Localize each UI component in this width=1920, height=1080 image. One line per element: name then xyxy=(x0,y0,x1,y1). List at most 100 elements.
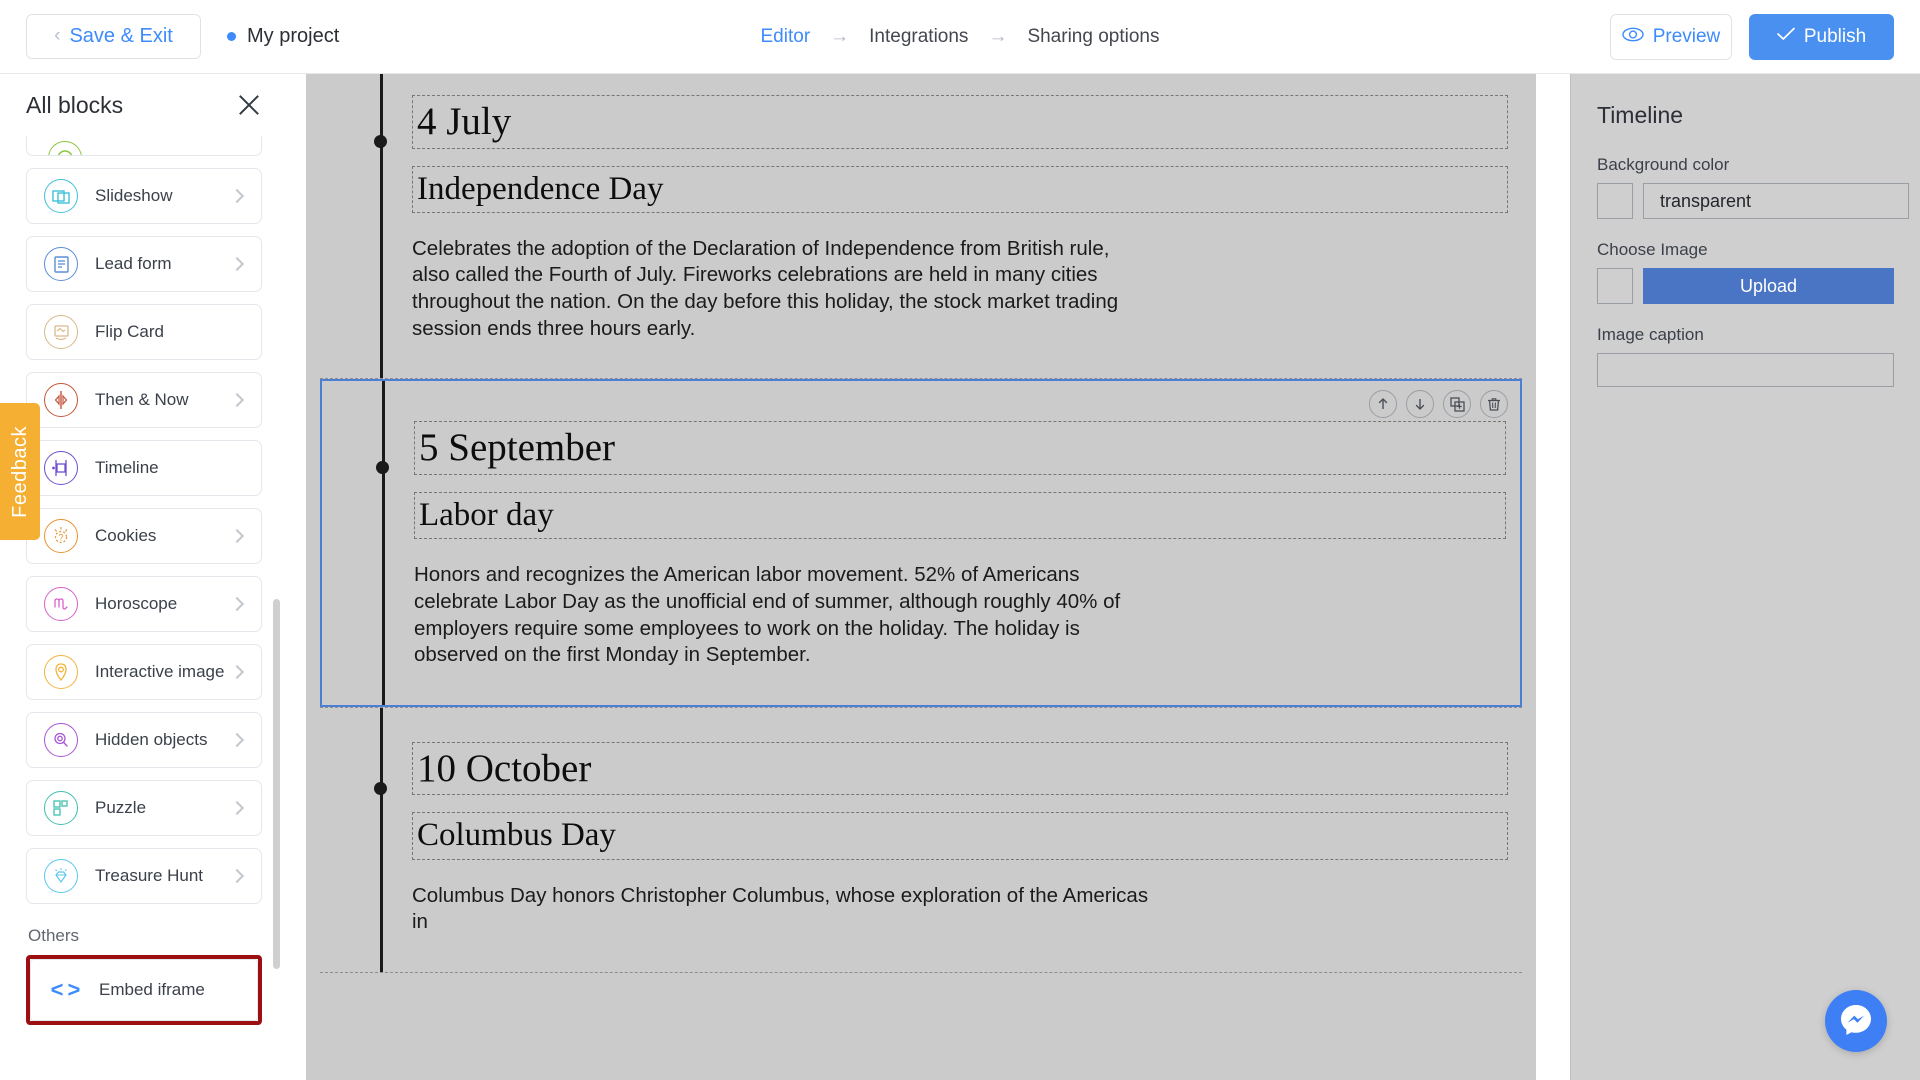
timeline-icon xyxy=(44,451,78,485)
embed-iframe-highlight: < > Embed iframe xyxy=(26,955,262,1025)
then-now-icon xyxy=(44,383,78,417)
background-color-label: Background color xyxy=(1597,155,1730,174)
chevron-right-icon xyxy=(229,256,245,272)
sidebar-item-horoscope[interactable]: Horoscope xyxy=(26,576,262,632)
chevron-right-icon xyxy=(229,528,245,544)
chevron-right-icon xyxy=(229,392,245,408)
sidebar-item-interactive-image[interactable]: Interactive image xyxy=(26,644,262,700)
breadcrumb-item-integrations[interactable]: Integrations xyxy=(869,26,968,48)
project-name[interactable]: My project xyxy=(227,25,339,48)
timeline-date[interactable]: 4 July xyxy=(412,95,1508,149)
slideshow-icon xyxy=(44,179,78,213)
image-caption-label: Image caption xyxy=(1597,325,1704,344)
sidebar-item-label: Timeline xyxy=(95,458,159,477)
choose-image-row: Upload xyxy=(1597,268,1894,304)
list-item-partial[interactable] xyxy=(26,136,262,156)
partial-block-icon xyxy=(48,141,82,155)
messenger-chat-button[interactable] xyxy=(1825,990,1887,1052)
image-caption-input[interactable] xyxy=(1597,353,1894,387)
timeline-axis xyxy=(382,381,385,705)
sidebar-item-hidden-objects[interactable]: Hidden objects xyxy=(26,712,262,768)
timeline-axis xyxy=(380,74,383,379)
sidebar-item-label: Lead form xyxy=(95,254,172,273)
background-color-row xyxy=(1597,183,1909,219)
puzzle-icon xyxy=(44,791,78,825)
properties-panel: Timeline Background color Choose Image U… xyxy=(1570,74,1920,1080)
breadcrumb: Editor → Integrations → Sharing options xyxy=(761,26,1160,48)
flip-card-icon xyxy=(44,315,78,349)
preview-button[interactable]: Preview xyxy=(1610,13,1732,60)
sidebar-title: All blocks xyxy=(26,91,124,118)
project-name-label: My project xyxy=(247,25,340,47)
sidebar-item-treasure-hunt[interactable]: Treasure Hunt xyxy=(26,848,262,904)
timeline-axis xyxy=(380,707,383,972)
timeline-date[interactable]: 5 September xyxy=(414,421,1506,475)
feedback-tab[interactable]: Feedback xyxy=(0,403,40,540)
move-down-icon[interactable] xyxy=(1406,390,1434,419)
interactive-image-icon xyxy=(44,655,78,689)
chevron-right-icon xyxy=(229,800,245,816)
timeline-body[interactable]: Honors and recognizes the American labor… xyxy=(414,562,1154,669)
timeline-title[interactable]: Labor day xyxy=(414,491,1506,540)
sidebar-item-label: Flip Card xyxy=(95,322,164,341)
timeline-title[interactable]: Independence Day xyxy=(412,165,1508,213)
svg-text:?: ? xyxy=(58,533,63,543)
move-up-icon[interactable] xyxy=(1369,390,1397,419)
top-bar-actions: Preview Publish xyxy=(1610,13,1894,60)
sidebar-item-label: Puzzle xyxy=(95,798,147,817)
delete-icon[interactable] xyxy=(1480,390,1508,419)
save-and-exit-label: Save & Exit xyxy=(69,25,173,47)
sidebar-header: All blocks xyxy=(0,74,290,136)
image-preview-swatch[interactable] xyxy=(1597,268,1633,304)
sidebar-scroll-area[interactable]: Slideshow Lead form Flip Card Then & Now… xyxy=(0,136,290,1080)
timeline-block-july[interactable]: 4 July Independence Day Celebrates the a… xyxy=(320,74,1522,380)
breadcrumb-item-editor[interactable]: Editor xyxy=(761,26,811,48)
sidebar-item-lead-form[interactable]: Lead form xyxy=(26,236,262,292)
sidebar-item-puzzle[interactable]: Puzzle xyxy=(26,780,262,836)
timeline-body[interactable]: Columbus Day honors Christopher Columbus… xyxy=(412,883,1152,936)
duplicate-icon[interactable] xyxy=(1443,390,1471,419)
sidebar-item-label: Horoscope xyxy=(95,594,178,613)
sidebar-item-timeline[interactable]: Timeline xyxy=(26,440,262,496)
timeline-body[interactable]: Celebrates the adoption of the Declarati… xyxy=(412,236,1152,343)
messenger-icon xyxy=(1837,1000,1875,1043)
timeline-dot xyxy=(374,135,387,148)
sidebar-item-cookies[interactable]: ? Cookies xyxy=(26,508,262,564)
breadcrumb-item-sharing-options[interactable]: Sharing options xyxy=(1027,26,1159,48)
preview-label: Preview xyxy=(1652,25,1721,47)
sidebar-item-label: Then & Now xyxy=(95,390,189,409)
chevron-right-icon xyxy=(229,664,245,680)
sidebar-item-then-and-now[interactable]: Then & Now xyxy=(26,372,262,428)
feedback-label: Feedback xyxy=(8,425,31,518)
sidebar-item-label: Interactive image xyxy=(95,662,225,681)
sidebar-item-label: Cookies xyxy=(95,526,157,545)
publish-button[interactable]: Publish xyxy=(1749,13,1894,60)
arrow-right-icon: → xyxy=(830,25,850,47)
save-and-exit-button[interactable]: ‹ Save & Exit xyxy=(26,14,201,59)
editor-canvas[interactable]: 4 July Independence Day Celebrates the a… xyxy=(290,74,1570,1080)
chevron-right-icon xyxy=(229,732,245,748)
background-color-swatch[interactable] xyxy=(1597,183,1633,219)
lead-form-icon xyxy=(44,247,78,281)
timeline-dot xyxy=(376,461,389,475)
timeline-date[interactable]: 10 October xyxy=(412,741,1508,796)
eye-icon xyxy=(1622,27,1644,47)
close-icon[interactable] xyxy=(236,92,262,118)
sidebar-scrollbar[interactable] xyxy=(273,599,280,969)
sidebar-item-flip-card[interactable]: Flip Card xyxy=(26,304,262,360)
block-toolbar xyxy=(1369,390,1508,419)
upload-button[interactable]: Upload xyxy=(1643,268,1894,304)
sidebar-item-label: Hidden objects xyxy=(95,730,208,749)
timeline-block-october[interactable]: 10 October Columbus Day Columbus Day hon… xyxy=(320,706,1522,973)
timeline-title[interactable]: Columbus Day xyxy=(412,812,1508,860)
sidebar-item-label: Embed iframe xyxy=(99,980,205,999)
sidebar-item-embed-iframe[interactable]: < > Embed iframe xyxy=(30,959,258,1021)
chevron-right-icon xyxy=(229,188,245,204)
timeline-block-september[interactable]: 5 September Labor day Honors and recogni… xyxy=(320,379,1522,707)
background-color-input[interactable] xyxy=(1643,183,1909,219)
check-icon xyxy=(1776,27,1795,46)
chevron-right-icon xyxy=(229,868,245,884)
timeline-dot xyxy=(374,781,387,795)
all-blocks-sidebar: All blocks Slideshow Lead form Flip Card… xyxy=(0,74,290,1080)
sidebar-item-slideshow[interactable]: Slideshow xyxy=(26,168,262,224)
